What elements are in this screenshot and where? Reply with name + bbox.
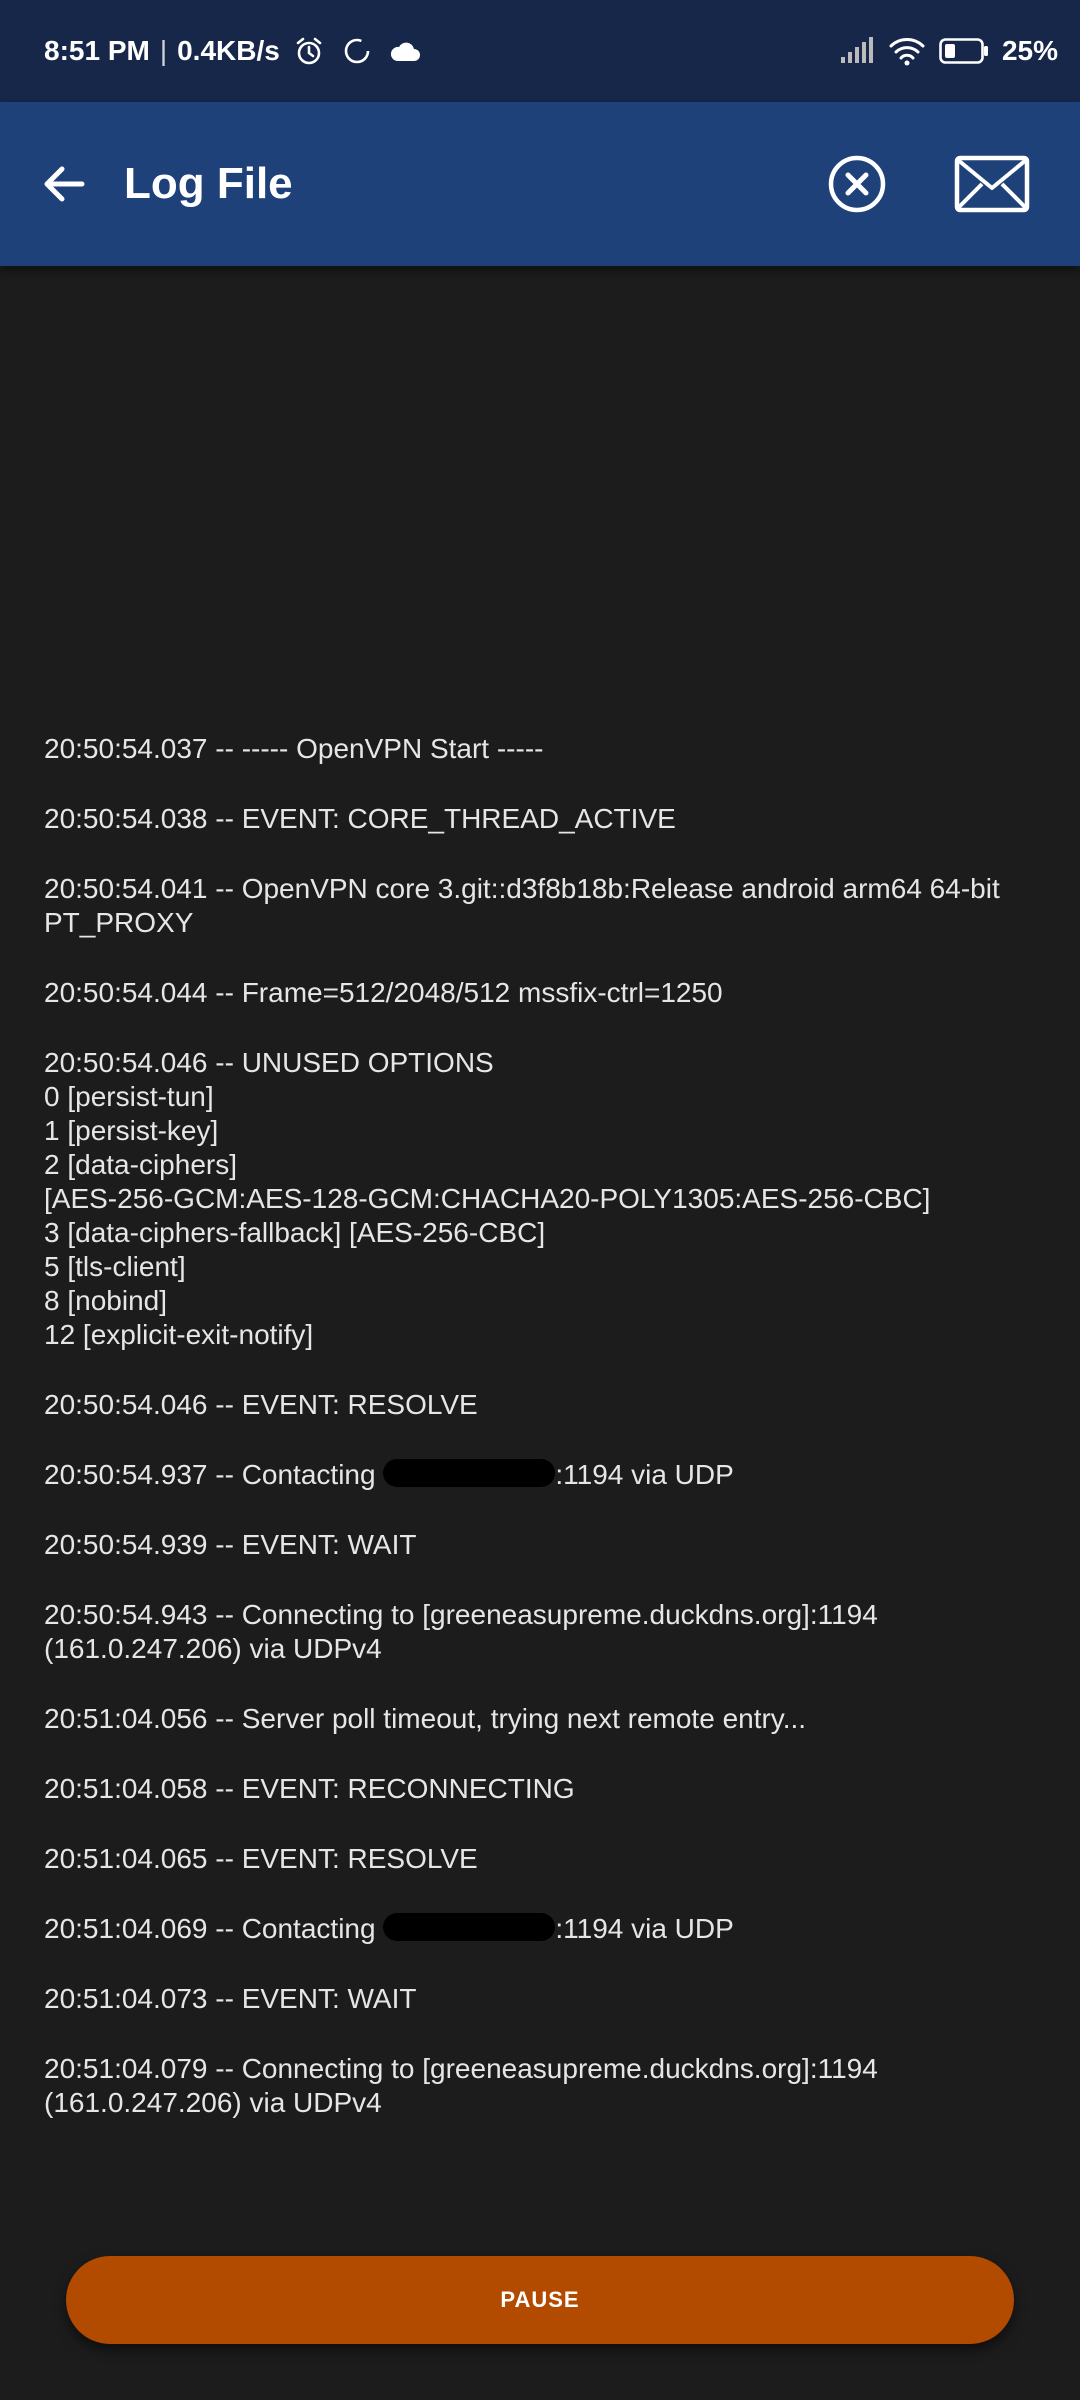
- sync-icon: [338, 32, 376, 70]
- log-entry-prefix: 20:51:04.069 -- Contacting: [44, 1913, 384, 1944]
- clear-log-button[interactable]: [812, 139, 902, 229]
- log-entry: 20:51:04.065 -- EVENT: RESOLVE: [44, 1843, 478, 1874]
- wifi-icon: [888, 32, 926, 70]
- log-entry-suffix: :1194 via UDP: [555, 1913, 734, 1944]
- alarm-icon: [290, 32, 328, 70]
- status-net-speed: 0.4KB/s: [177, 35, 280, 66]
- log-entry: 20:50:54.046 -- UNUSED OPTIONS 0 [persis…: [44, 1047, 931, 1350]
- battery-percent: 25%: [1001, 35, 1058, 66]
- log-entry-prefix: 20:50:54.937 -- Contacting: [44, 1459, 384, 1490]
- pause-button[interactable]: PAUSE: [66, 2256, 1014, 2344]
- status-time: 8:51 PM: [44, 35, 150, 66]
- log-entry: 20:50:54.038 -- EVENT: CORE_THREAD_ACTIV…: [44, 803, 676, 834]
- log-entry: 20:50:54.037 -- ----- OpenVPN Start ----…: [44, 733, 544, 764]
- status-right: 25%: [838, 32, 1058, 70]
- status-separator: |: [159, 35, 168, 66]
- redacted-host: [383, 1913, 556, 1941]
- log-entry: 20:50:54.943 -- Connecting to [greeneasu…: [44, 1599, 886, 1664]
- log-entry: 20:51:04.056 -- Server poll timeout, try…: [44, 1703, 807, 1734]
- redacted-host: [383, 1459, 556, 1487]
- signal-icon: [838, 32, 876, 70]
- log-entry: 20:51:04.079 -- Connecting to [greeneasu…: [44, 2053, 886, 2118]
- log-entry: 20:50:54.044 -- Frame=512/2048/512 mssfi…: [44, 977, 723, 1008]
- arrow-left-icon: [44, 166, 85, 202]
- status-left: 8:51 PM | 0.4KB/s: [44, 32, 424, 70]
- log-scroll-area[interactable]: 20:50:54.037 -- ----- OpenVPN Start ----…: [0, 266, 1080, 2206]
- log-entry-suffix: :1194 via UDP: [555, 1459, 734, 1490]
- log-entry: 20:50:54.046 -- EVENT: RESOLVE: [44, 1389, 478, 1420]
- cloud-icon: [386, 32, 424, 70]
- page-title: Log File: [124, 159, 293, 208]
- close-circle-icon: [828, 155, 886, 213]
- battery-icon: [938, 32, 990, 70]
- log-entry: 20:50:54.041 -- OpenVPN core 3.git::d3f8…: [44, 873, 1008, 938]
- log-entry: 20:50:54.937 -- Contacting :1194 via UDP: [44, 1458, 1044, 1492]
- app-bar: Log File: [0, 102, 1080, 266]
- log-entry: 20:51:04.073 -- EVENT: WAIT: [44, 1983, 417, 2014]
- status-bar: 8:51 PM | 0.4KB/s 25%: [0, 0, 1080, 102]
- email-log-button[interactable]: [942, 139, 1042, 229]
- log-entry: 20:51:04.069 -- Contacting :1194 via UDP: [44, 1912, 1044, 1946]
- log-entry: 20:51:04.058 -- EVENT: RECONNECTING: [44, 1773, 575, 1804]
- log-list: 20:50:54.037 -- ----- OpenVPN Start ----…: [44, 732, 1044, 2156]
- mail-icon: [954, 155, 1030, 213]
- back-button[interactable]: [24, 144, 104, 224]
- log-entry: 20:50:54.939 -- EVENT: WAIT: [44, 1529, 417, 1560]
